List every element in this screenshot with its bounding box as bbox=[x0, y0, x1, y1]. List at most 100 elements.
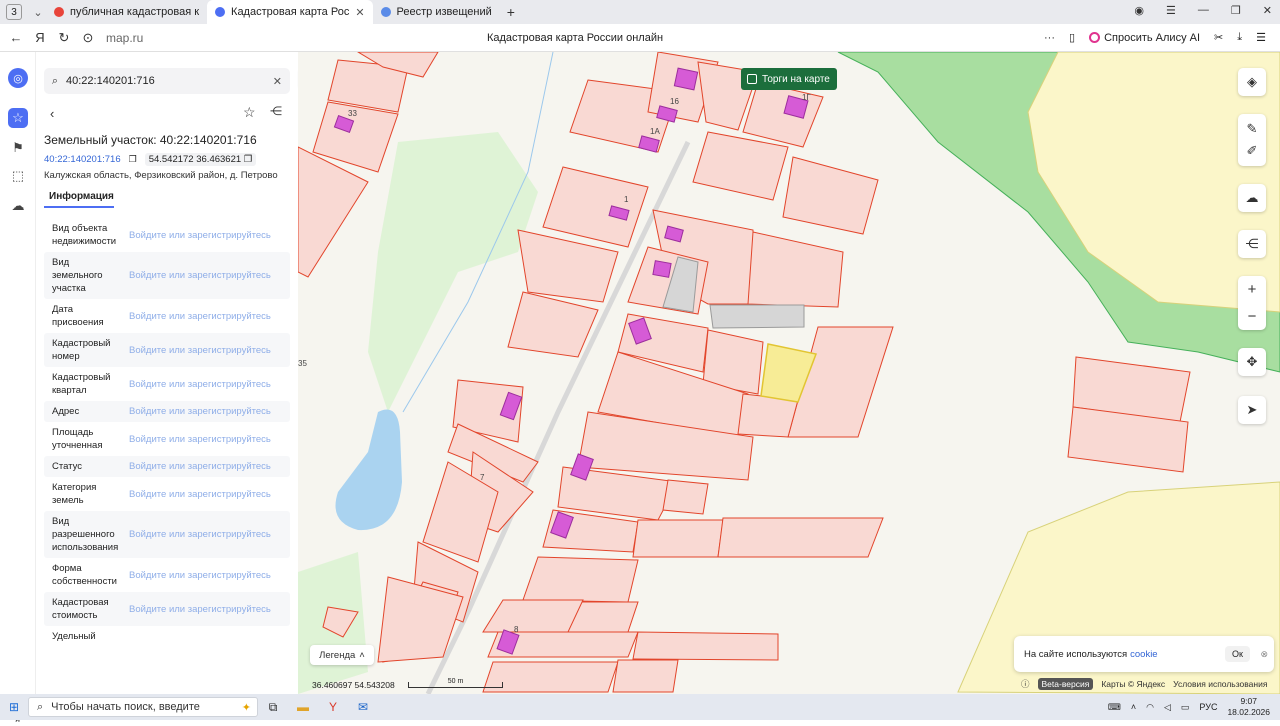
app-logo-icon[interactable]: ◎ bbox=[8, 68, 28, 88]
info-row: Кадастровая стоимость Войдите или зарегис… bbox=[44, 592, 290, 626]
cookie-banner: На сайте используются cookie Ок ⊗ bbox=[1014, 636, 1274, 672]
share-icon[interactable]: ⋲ bbox=[270, 104, 282, 118]
ask-alice-button[interactable]: Спросить Алису AI bbox=[1089, 32, 1200, 44]
login-link[interactable]: Войдите или зарегистрируйтесь bbox=[129, 604, 271, 615]
back-chevron-icon[interactable]: ‹ bbox=[50, 106, 54, 121]
alice-label: Спросить Алису AI bbox=[1104, 31, 1201, 44]
info-row: Вид объекта недвижимости Войдите или заре… bbox=[44, 218, 290, 252]
info-row: Площадь уточненная Войдите или зарегистри… bbox=[44, 422, 290, 456]
tab-information[interactable]: Информация bbox=[44, 191, 114, 208]
language-indicator[interactable]: РУС bbox=[1199, 702, 1217, 712]
browser-tab[interactable]: Реестр извещений bbox=[373, 0, 500, 24]
move-button[interactable]: ✥ bbox=[1238, 348, 1266, 376]
file-explorer-icon[interactable]: ▬ bbox=[288, 700, 318, 714]
windows-start-icon[interactable]: ⊞ bbox=[0, 700, 28, 714]
browser-tab-active[interactable]: Кадастровая карта Рос ✕ bbox=[207, 0, 373, 24]
login-link[interactable]: Войдите или зарегистрируйтесь bbox=[129, 379, 271, 390]
structure bbox=[709, 304, 805, 329]
cookie-ok-button[interactable]: Ок bbox=[1225, 646, 1250, 662]
zoom-in-button[interactable]: + bbox=[1238, 276, 1266, 303]
zoom-out-button[interactable]: − bbox=[1238, 303, 1266, 330]
cookie-link[interactable]: cookie bbox=[1130, 649, 1157, 660]
login-link[interactable]: Войдите или зарегистрируйтесь bbox=[129, 529, 271, 540]
clear-icon[interactable]: ✕ bbox=[273, 75, 282, 88]
minimize-icon[interactable]: — bbox=[1198, 4, 1209, 17]
search-input[interactable]: 40:22:140201:716 bbox=[66, 75, 155, 87]
parcel-number-label: 16 bbox=[670, 97, 679, 106]
layers-button[interactable]: ◈ bbox=[1238, 68, 1266, 96]
login-link[interactable]: Войдите или зарегистрируйтесь bbox=[129, 406, 271, 417]
select-area-icon[interactable]: ⬚ bbox=[8, 166, 28, 186]
cursor-coordinates: 36.460697 54.543208 bbox=[312, 680, 395, 690]
info-icon[interactable]: ⓘ bbox=[1021, 678, 1030, 690]
search-box[interactable]: ⌕ 40:22:140201:716 ✕ bbox=[44, 68, 290, 94]
login-link[interactable]: Войдите или зарегистрируйтесь bbox=[129, 489, 271, 500]
coordinates-badge[interactable]: 54.542172 36.463621 ❐ bbox=[144, 153, 257, 166]
keyboard-icon[interactable]: ⌨ bbox=[1108, 702, 1121, 713]
wifi-icon[interactable]: ◠ bbox=[1146, 702, 1154, 713]
copy-icon[interactable]: ❐ bbox=[244, 154, 253, 165]
close-icon[interactable]: ⊗ bbox=[1260, 649, 1268, 660]
login-link[interactable]: Войдите или зарегистрируйтесь bbox=[129, 570, 271, 581]
info-row: Вид разрешенного использования Войдите ил… bbox=[44, 511, 290, 558]
parcel-number-label: 35 bbox=[298, 359, 307, 368]
profile-icon[interactable]: ◉ bbox=[1134, 4, 1144, 17]
coordinates-value: 54.542172 36.463621 bbox=[148, 154, 242, 165]
tab-list-chevron-icon[interactable]: ⌄ bbox=[30, 6, 46, 19]
login-link[interactable]: Войдите или зарегистрируйтесь bbox=[129, 434, 271, 445]
download-icon[interactable]: ⤓ bbox=[1237, 31, 1242, 44]
clock[interactable]: 9:07 18.02.2026 bbox=[1227, 696, 1270, 718]
ruler-icon[interactable]: ✎ bbox=[1247, 121, 1258, 137]
browser-tab[interactable]: публичная кадастровая к bbox=[46, 0, 207, 24]
info-row-label: Категория земель bbox=[52, 482, 97, 506]
zoom-control: + − bbox=[1238, 276, 1266, 330]
terms-link[interactable]: Условия использования bbox=[1173, 679, 1267, 689]
legend-button[interactable]: Легенда ˄ bbox=[310, 645, 374, 665]
outlook-icon[interactable]: ✉ bbox=[348, 700, 378, 714]
volume-icon[interactable]: ◁ bbox=[1164, 702, 1171, 713]
navigation-arrow-icon: ➤ bbox=[1246, 402, 1258, 417]
alice-icon bbox=[1089, 32, 1101, 43]
cadastral-number-link[interactable]: 40:22:140201:716 bbox=[44, 154, 121, 165]
upload-button[interactable]: ☁ bbox=[1238, 184, 1266, 212]
battery-icon[interactable]: ▭ bbox=[1181, 702, 1190, 713]
more-icon[interactable]: ··· bbox=[1044, 32, 1055, 44]
tray-chevron-icon[interactable]: ˄ bbox=[1131, 702, 1136, 712]
login-link[interactable]: Войдите или зарегистрируйтесь bbox=[129, 461, 271, 472]
meadow-area bbox=[368, 132, 538, 412]
window-controls: ◉ ☰ — ❐ ✕ bbox=[1134, 4, 1272, 17]
edit-icon[interactable]: ✐ bbox=[1247, 143, 1258, 159]
info-row-label: Вид земельного участка bbox=[52, 257, 103, 294]
extension-icon[interactable]: ✂ bbox=[1214, 31, 1223, 44]
menu-icon[interactable]: ☰ bbox=[1256, 31, 1266, 44]
bookmark-icon[interactable]: ▯ bbox=[1069, 31, 1075, 44]
locate-button[interactable]: ➤ bbox=[1238, 396, 1266, 424]
auctions-toggle[interactable]: Торги на карте bbox=[741, 68, 837, 90]
login-link[interactable]: Войдите или зарегистрируйтесь bbox=[129, 270, 271, 281]
menu-icon[interactable]: ☰ bbox=[1166, 4, 1176, 17]
info-row: Адрес Войдите или зарегистрируйтесь bbox=[44, 401, 290, 422]
login-link[interactable]: Войдите или зарегистрируйтесь bbox=[129, 345, 271, 356]
address-bar-actions: ··· ▯ Спросить Алису AI ✂ ⤓ ☰ bbox=[1044, 31, 1266, 44]
favorites-icon[interactable]: ☆ bbox=[8, 108, 28, 128]
layers-map-icon[interactable]: ⚑ bbox=[8, 138, 28, 158]
taskbar-search[interactable]: ⌕ Чтобы начать поиск, введите ✦ bbox=[28, 697, 258, 717]
task-view-icon[interactable]: ⧉ bbox=[258, 700, 288, 715]
cookie-text: На сайте используются bbox=[1024, 648, 1128, 660]
attribution-text[interactable]: Карты © Яндекс bbox=[1101, 679, 1165, 689]
login-link[interactable]: Войдите или зарегистрируйтесь bbox=[129, 230, 271, 241]
share-map-button[interactable]: ⋲ bbox=[1238, 230, 1266, 258]
tab-count-button[interactable]: 3 bbox=[6, 4, 22, 20]
parcel-address: Калужская область, Ферзиковский район, д… bbox=[44, 170, 278, 181]
new-tab-button[interactable]: + bbox=[500, 4, 522, 20]
copy-icon[interactable]: ❐ bbox=[129, 154, 137, 165]
close-tab-icon[interactable]: ✕ bbox=[355, 6, 364, 19]
star-icon[interactable]: ☆ bbox=[243, 104, 256, 121]
login-link[interactable]: Войдите или зарегистрируйтесь bbox=[129, 311, 271, 322]
close-window-icon[interactable]: ✕ bbox=[1263, 4, 1272, 17]
restore-icon[interactable]: ❐ bbox=[1231, 4, 1241, 17]
cloud-icon[interactable]: ☁ bbox=[8, 196, 28, 216]
registry-favicon-icon bbox=[380, 7, 391, 17]
yandex-browser-icon[interactable]: Y bbox=[318, 700, 348, 714]
map-canvas[interactable]: 33 16 1А 1Г 1 7 8 35 Торги на карте ◈ ✎ … bbox=[298, 52, 1280, 694]
